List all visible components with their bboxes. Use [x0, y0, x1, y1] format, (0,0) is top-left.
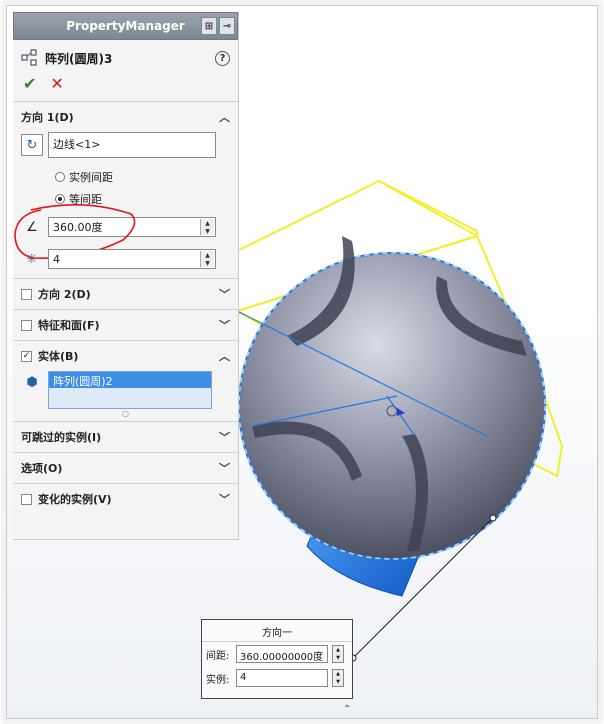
- options-header[interactable]: 选项(O) ﹀: [13, 453, 238, 483]
- options-group: 选项(O) ﹀: [13, 452, 238, 483]
- varied-instances-group: 变化的实例(V) ﹀: [13, 483, 238, 514]
- chevron-up-icon[interactable]: ︿: [219, 348, 230, 364]
- features-faces-checkbox[interactable]: [21, 319, 32, 331]
- resize-handle[interactable]: ○: [122, 409, 129, 421]
- varied-instances-checkbox[interactable]: [21, 493, 32, 505]
- spin-down-icon[interactable]: ▼: [201, 259, 214, 267]
- bodies-checkbox[interactable]: ✓: [21, 350, 32, 362]
- features-faces-title: 特征和面(F): [38, 319, 100, 332]
- bodies-header[interactable]: ✓ 实体(B) ︿: [13, 341, 238, 371]
- bodies-listbox[interactable]: 阵列(圆周)2: [48, 371, 212, 409]
- chevron-down-icon[interactable]: ﹀: [219, 429, 230, 445]
- pin-icon[interactable]: ⊸: [219, 17, 235, 35]
- direction1-header[interactable]: 方向 1(D) ︿: [13, 102, 238, 132]
- spin-up-icon[interactable]: ▲: [201, 251, 214, 259]
- spin-down-icon[interactable]: ▼: [201, 227, 214, 235]
- chevron-down-icon[interactable]: ﹀: [219, 491, 230, 507]
- callout-instances-input[interactable]: 4: [236, 669, 328, 687]
- direction-callout: 方向一 间距: 360.00000000度 ▲ ▼ 实例: 4 ▲ ▼: [201, 619, 353, 699]
- callout-instances-label: 实例:: [206, 674, 230, 686]
- direction2-checkbox[interactable]: [21, 288, 32, 300]
- bodies-group: ✓ 实体(B) ︿ ⬢ 阵列(圆周)2 ○: [13, 340, 238, 421]
- chevron-down-icon[interactable]: ﹀: [219, 460, 230, 476]
- direction1-group: 方向 1(D) ︿ ↻ 边线<1> 实例间距 等间距 ∠ 360.00度 ▲ ▼…: [13, 101, 238, 278]
- solid-body-icon: ⬢: [26, 374, 38, 390]
- skip-instances-header[interactable]: 可跳过的实例(I) ﹀: [13, 422, 238, 452]
- features-faces-header[interactable]: 特征和面(F) ﹀: [13, 310, 238, 340]
- cancel-button[interactable]: ✕: [50, 74, 63, 93]
- features-faces-group: 特征和面(F) ﹀: [13, 309, 238, 340]
- callout-title: 方向一: [202, 620, 352, 642]
- ok-cancel-row: ✔ ✕: [13, 70, 238, 101]
- count-input[interactable]: 4 ▲ ▼: [48, 249, 216, 269]
- callout-spacing-spinner[interactable]: ▲ ▼: [332, 645, 344, 663]
- help-button[interactable]: ?: [215, 50, 230, 66]
- skip-instances-title: 可跳过的实例(I): [21, 431, 102, 444]
- radio-instance-spacing-label: 实例间距: [69, 171, 113, 184]
- count-value: 4: [53, 252, 60, 266]
- direction2-group: 方向 2(D) ﹀: [13, 278, 238, 309]
- direction1-edge-selection[interactable]: 边线<1>: [48, 132, 216, 158]
- spin-up-icon[interactable]: ▲: [201, 219, 214, 227]
- callout-spacing-label: 间距:: [206, 650, 230, 662]
- varied-instances-title: 变化的实例(V): [38, 493, 112, 506]
- chevron-down-icon[interactable]: ﹀: [219, 286, 230, 302]
- varied-instances-header[interactable]: 变化的实例(V) ﹀: [13, 484, 238, 514]
- callout-spacing-input[interactable]: 360.00000000度: [236, 645, 328, 663]
- property-manager-tab-title: PropertyManager: [66, 19, 185, 33]
- property-manager-panel: PropertyManager ⊞ ⊸ 阵列(圆周)3 ? ✔ ✕ 方向 1(D…: [13, 12, 239, 540]
- configuration-manager-icon[interactable]: ⊞: [201, 17, 217, 35]
- bodies-title: 实体(B): [38, 350, 79, 363]
- chevron-up-icon[interactable]: ︿: [219, 109, 230, 125]
- callout-instances-spinner[interactable]: ▲ ▼: [332, 669, 344, 687]
- direction1-title: 方向 1(D): [21, 111, 74, 124]
- options-title: 选项(O): [21, 462, 63, 475]
- reverse-direction-icon[interactable]: ↻: [21, 134, 43, 156]
- radio-instance-spacing[interactable]: 实例间距: [13, 166, 238, 188]
- chevron-down-icon[interactable]: ﹀: [219, 317, 230, 333]
- main-window: ⌃ PropertyManager ⊞ ⊸ 阵列(圆周)3 ? ✔ ✕ 方向 1…: [6, 5, 598, 719]
- bodies-list-item[interactable]: 阵列(圆周)2: [49, 372, 211, 388]
- feature-title: 阵列(圆周)3: [45, 51, 113, 66]
- feature-header: 阵列(圆周)3 ?: [13, 46, 238, 70]
- svg-text:⌃: ⌃: [343, 704, 351, 715]
- ok-button[interactable]: ✔: [23, 74, 36, 93]
- direction2-title: 方向 2(D): [38, 288, 91, 301]
- direction2-header[interactable]: 方向 2(D) ﹀: [13, 279, 238, 309]
- radio-instance-spacing-dot[interactable]: [55, 172, 65, 182]
- skip-instances-group: 可跳过的实例(I) ﹀: [13, 421, 238, 452]
- circular-pattern-icon: [21, 49, 37, 66]
- property-manager-tab[interactable]: PropertyManager ⊞ ⊸: [13, 12, 238, 40]
